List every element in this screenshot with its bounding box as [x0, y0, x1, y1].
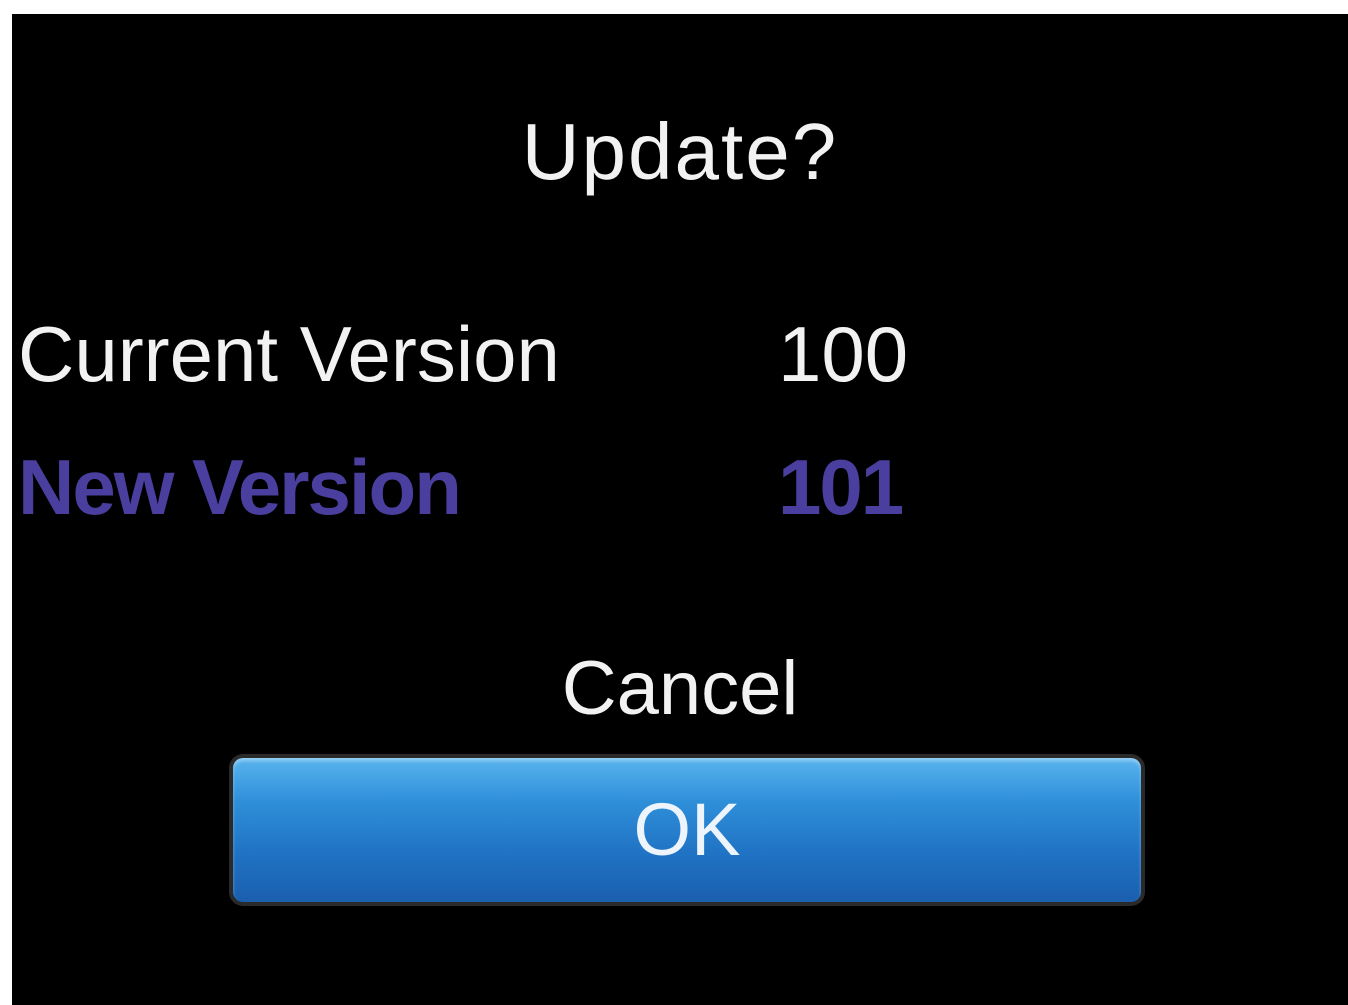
current-version-value: 100	[778, 310, 909, 398]
cancel-button[interactable]: Cancel	[12, 639, 1348, 739]
ok-button[interactable]: OK	[233, 758, 1141, 902]
new-version-value: 101	[778, 443, 904, 531]
update-dialog: Update? Current Version 100 New Version …	[12, 14, 1348, 1005]
new-version-label: New Version	[18, 443, 462, 531]
current-version-label: Current Version	[18, 310, 560, 398]
dialog-title: Update?	[521, 107, 839, 196]
